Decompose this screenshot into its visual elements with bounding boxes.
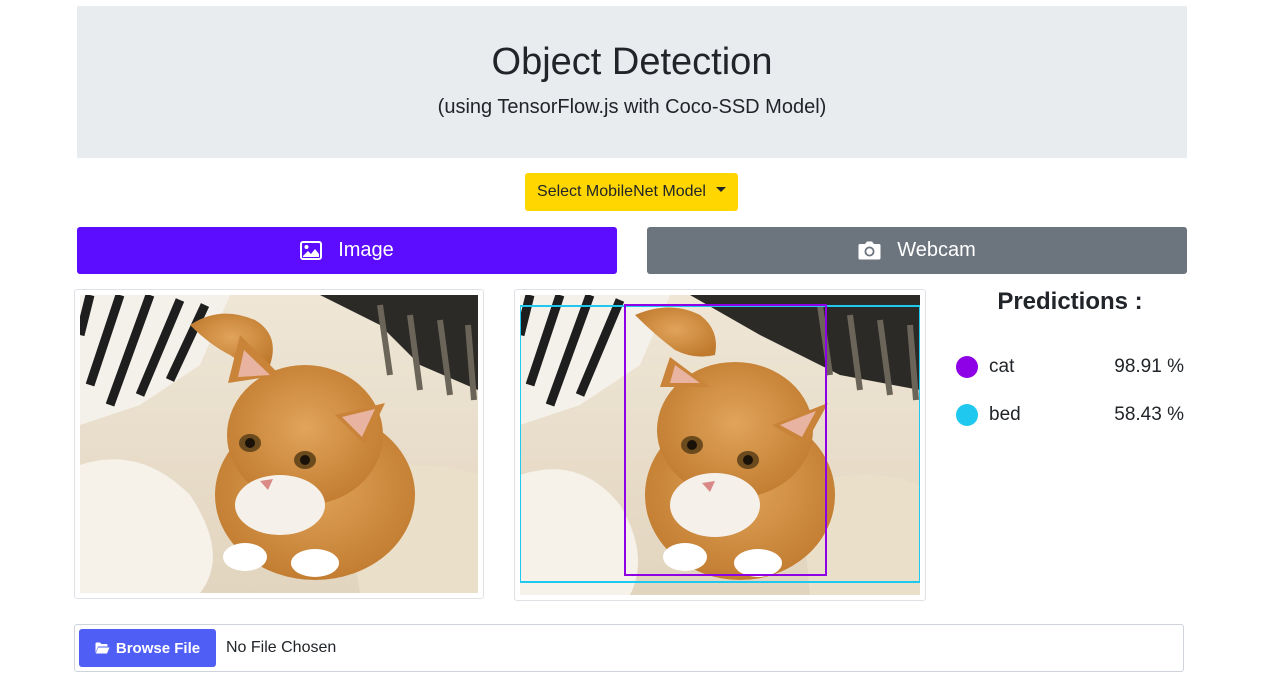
tab-webcam[interactable]: Webcam xyxy=(647,227,1187,274)
prediction-confidence: 58.43 % xyxy=(1114,404,1184,425)
color-dot-icon xyxy=(956,404,978,426)
prediction-row-bed: bed 58.43 % xyxy=(956,403,1184,427)
select-model-label: Select MobileNet Model xyxy=(537,183,706,200)
select-model-dropdown[interactable]: Select MobileNet Model xyxy=(525,173,738,211)
browse-file-label: Browse File xyxy=(115,639,201,657)
file-input[interactable]: Browse File No File Chosen xyxy=(74,624,1184,672)
page-header: Object Detection (using TensorFlow.js wi… xyxy=(77,6,1187,158)
image-icon xyxy=(300,241,323,260)
page-title: Object Detection xyxy=(491,41,773,83)
camera-icon xyxy=(858,241,881,260)
file-status-text: No File Chosen xyxy=(226,639,337,656)
detection-canvas xyxy=(520,295,920,595)
cat-photo xyxy=(80,295,478,593)
tab-image[interactable]: Image xyxy=(77,227,617,274)
source-image-frame xyxy=(74,289,484,599)
caret-down-icon xyxy=(715,186,726,192)
prediction-label: bed xyxy=(989,404,1021,425)
page-subtitle: (using TensorFlow.js with Coco-SSD Model… xyxy=(437,96,827,118)
tab-webcam-label: Webcam xyxy=(897,239,976,261)
prediction-row-cat: cat 98.91 % xyxy=(956,355,1184,379)
prediction-confidence: 98.91 % xyxy=(1114,356,1184,377)
folder-open-icon xyxy=(95,642,110,654)
browse-file-button[interactable]: Browse File xyxy=(79,629,216,667)
color-dot-icon xyxy=(956,356,978,378)
prediction-label: cat xyxy=(989,356,1015,377)
tab-image-label: Image xyxy=(338,239,394,261)
detection-result-frame xyxy=(514,289,926,601)
predictions-title: Predictions : xyxy=(997,288,1143,315)
